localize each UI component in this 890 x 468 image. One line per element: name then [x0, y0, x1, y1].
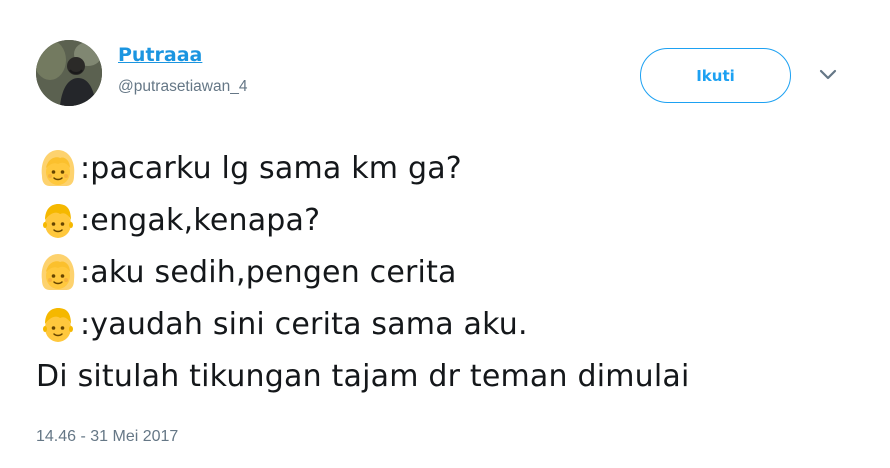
girl-emoji-icon	[41, 150, 75, 186]
profile-photo-icon	[36, 40, 102, 106]
tweet-line: :aku sedih,pengen cerita	[36, 246, 866, 298]
tweet-line-text: :aku sedih,pengen cerita	[80, 254, 457, 290]
tweet-line: :pacarku lg sama km ga?	[36, 142, 866, 194]
avatar[interactable]	[36, 40, 102, 106]
tweet-line-text: Di situlah tikungan tajam dr teman dimul…	[36, 358, 690, 394]
girl-emoji-icon	[41, 254, 75, 290]
tweet-line-text: :yaudah sini cerita sama aku.	[80, 306, 528, 342]
tweet-timestamp[interactable]: 14.46 - 31 Mei 2017	[36, 428, 178, 446]
boy-emoji-icon	[43, 204, 73, 238]
follow-button[interactable]: Ikuti	[640, 48, 791, 103]
tweet-text: :pacarku lg sama km ga? :engak,kenapa?:…	[36, 142, 866, 402]
tweet-line-text: :engak,kenapa?	[80, 202, 321, 238]
tweet-line-text: :pacarku lg sama km ga?	[80, 150, 462, 186]
chevron-down-icon[interactable]	[818, 68, 838, 82]
tweet-card: Putraaa @putrasetiawan_4 Ikuti :pacarku …	[0, 0, 890, 468]
tweet-line: :engak,kenapa?	[36, 194, 866, 246]
display-name[interactable]: Putraaa	[118, 44, 202, 66]
tweet-line: Di situlah tikungan tajam dr teman dimul…	[36, 350, 866, 402]
user-handle[interactable]: @putrasetiawan_4	[118, 78, 247, 96]
tweet-line: :yaudah sini cerita sama aku.	[36, 298, 866, 350]
boy-emoji-icon	[43, 308, 73, 342]
